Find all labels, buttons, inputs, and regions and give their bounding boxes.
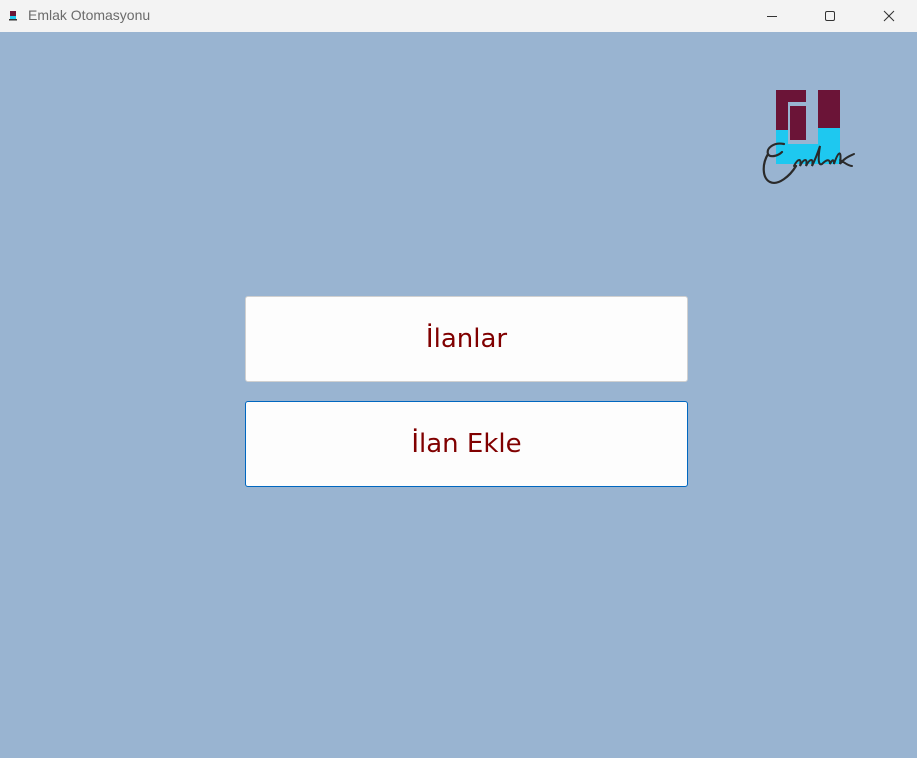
minimize-button[interactable]: [749, 0, 795, 32]
emlak-logo: [760, 86, 856, 186]
close-icon: [883, 10, 895, 22]
app-icon: [8, 9, 18, 21]
title-bar[interactable]: Emlak Otomasyonu: [0, 0, 917, 32]
add-listing-button[interactable]: İlan Ekle: [245, 401, 688, 487]
maximize-button[interactable]: [807, 0, 853, 32]
emlak-logo-icon: [762, 90, 855, 184]
listings-button[interactable]: İlanlar: [245, 296, 688, 382]
app-window: Emlak Otomasyonu İlanlar İlan Ekle: [0, 0, 917, 758]
window-title: Emlak Otomasyonu: [28, 7, 151, 23]
close-button[interactable]: [866, 0, 912, 32]
minimize-icon: [767, 16, 777, 17]
main-content: İlanlar İlan Ekle: [0, 32, 917, 758]
maximize-icon: [825, 11, 835, 21]
